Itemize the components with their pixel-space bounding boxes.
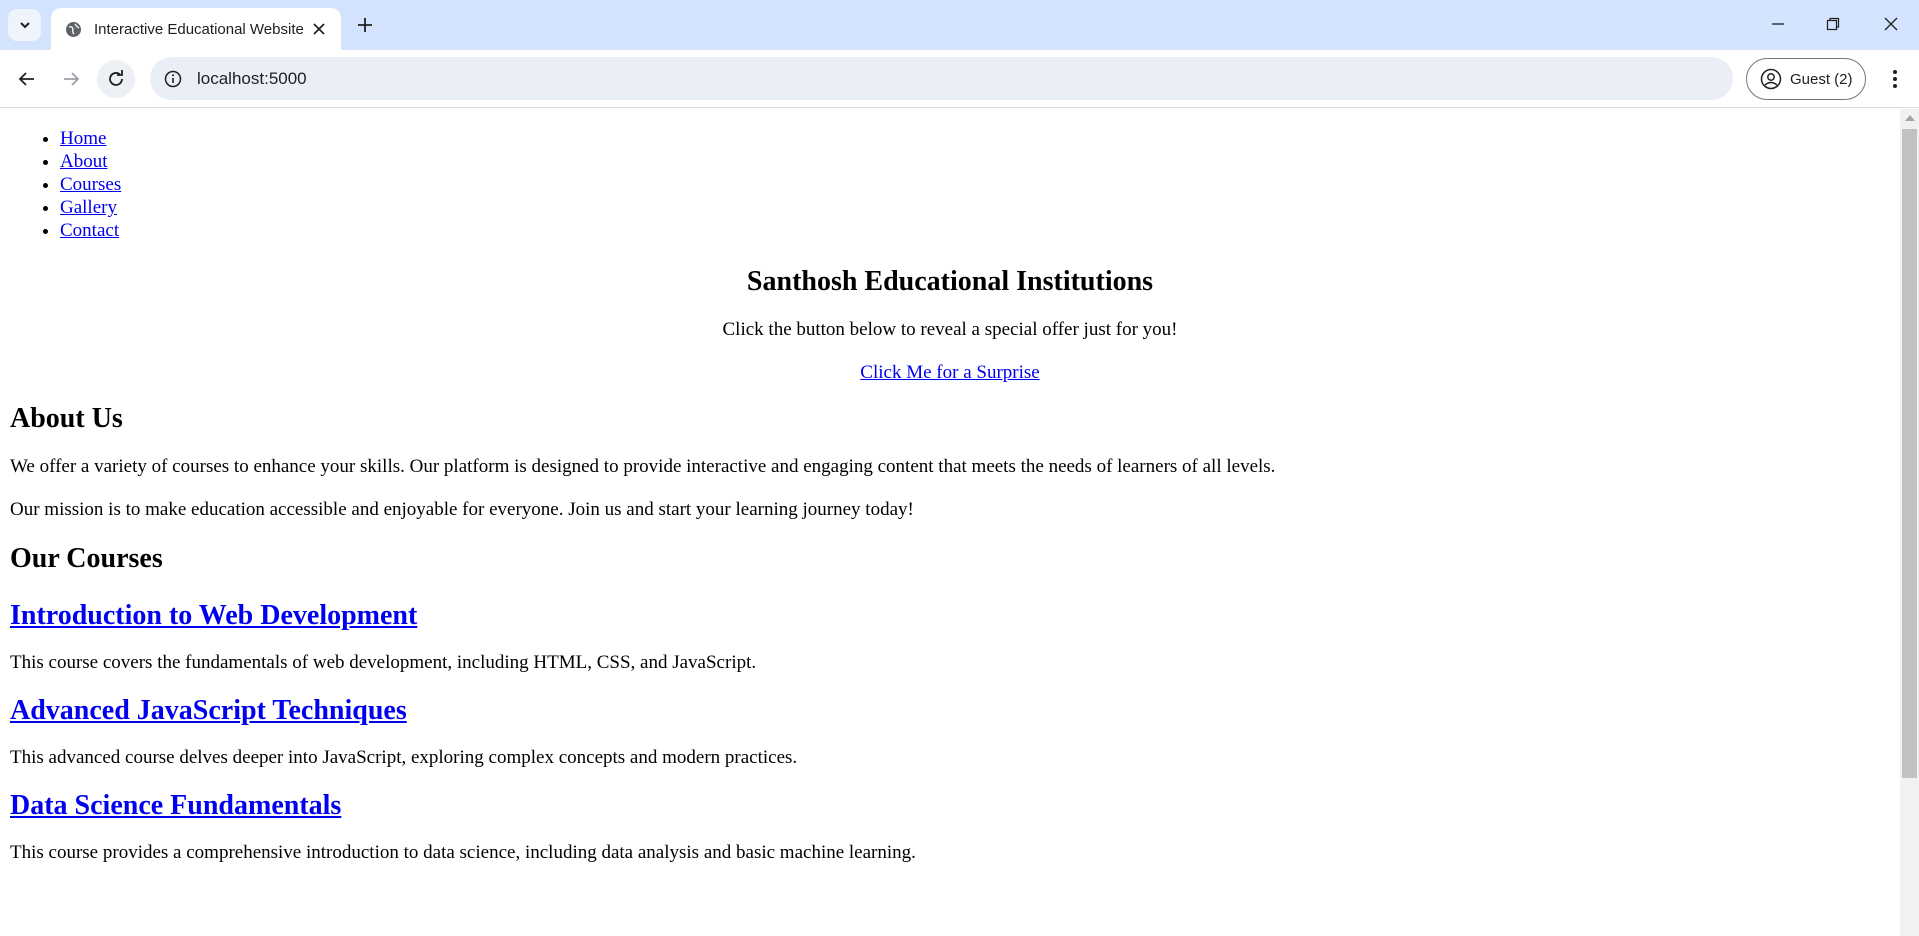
vertical-scrollbar[interactable] — [1900, 109, 1919, 936]
tab-search-button[interactable] — [8, 9, 41, 41]
minimize-icon[interactable] — [1758, 9, 1798, 39]
tab-strip: Interactive Educational Website — [0, 0, 1919, 50]
about-heading: About Us — [10, 403, 123, 434]
course-description: This course covers the fundamentals of w… — [10, 652, 757, 673]
nav-link-home[interactable]: Home — [60, 128, 106, 149]
back-icon[interactable] — [8, 60, 46, 98]
reload-icon[interactable] — [97, 60, 135, 98]
restore-icon[interactable] — [1813, 9, 1853, 39]
nav-link-gallery[interactable]: Gallery — [60, 197, 117, 218]
nav-item-courses: Courses — [60, 173, 1900, 196]
hero-section: Santhosh Educational Institutions Click … — [0, 264, 1900, 385]
forward-icon[interactable] — [52, 60, 90, 98]
about-paragraph-2: Our mission is to make education accessi… — [10, 499, 914, 520]
course-description: This advanced course delves deeper into … — [10, 747, 798, 768]
page-title: Santhosh Educational Institutions — [746, 266, 1154, 297]
scrollbar-thumb[interactable] — [1902, 129, 1917, 778]
nav-item-contact: Contact — [60, 219, 1900, 242]
course-title: Introduction to Web Development — [10, 598, 1900, 634]
address-bar[interactable]: localhost:5000 — [150, 57, 1733, 100]
course-link-web-dev[interactable]: Introduction to Web Development — [10, 600, 417, 631]
close-window-icon[interactable] — [1871, 9, 1911, 39]
page-viewport: Home About Courses Gallery Contact Santh… — [0, 109, 1900, 936]
plus-icon[interactable] — [352, 12, 378, 38]
url-text[interactable]: localhost:5000 — [197, 69, 307, 89]
course-title: Advanced JavaScript Techniques — [10, 693, 1900, 729]
scroll-up-arrow-icon[interactable] — [1905, 115, 1915, 121]
info-icon[interactable] — [162, 68, 184, 90]
nav-item-about: About — [60, 150, 1900, 173]
globe-icon — [64, 20, 82, 38]
main-content: About Us We offer a variety of courses t… — [0, 402, 1900, 865]
about-paragraph-1: We offer a variety of courses to enhance… — [10, 456, 1276, 477]
site-nav: Home About Courses Gallery Contact — [0, 109, 1900, 242]
nav-item-gallery: Gallery — [60, 196, 1900, 219]
profile-icon — [1759, 67, 1783, 91]
surprise-link[interactable]: Click Me for a Surprise — [860, 361, 1039, 385]
course-description: This course provides a comprehensive int… — [10, 842, 916, 863]
nav-link-courses[interactable]: Courses — [60, 174, 121, 195]
nav-link-about[interactable]: About — [60, 151, 108, 172]
hero-subtitle: Click the button below to reveal a speci… — [722, 319, 1178, 340]
profile-button[interactable]: Guest (2) — [1746, 58, 1866, 100]
course-link-advanced-js[interactable]: Advanced JavaScript Techniques — [10, 695, 407, 726]
kebab-menu-icon[interactable] — [1880, 64, 1910, 94]
active-tab[interactable]: Interactive Educational Website — [51, 8, 341, 50]
browser-toolbar: localhost:5000 Guest (2) — [0, 50, 1919, 108]
profile-label: Guest (2) — [1790, 70, 1853, 88]
chevron-down-icon — [19, 22, 30, 29]
close-icon[interactable] — [309, 19, 329, 39]
course-title: Data Science Fundamentals — [10, 788, 1900, 824]
courses-heading: Our Courses — [10, 543, 163, 574]
tab-title: Interactive Educational Website — [94, 20, 304, 38]
course-link-data-science[interactable]: Data Science Fundamentals — [10, 790, 341, 821]
nav-link-contact[interactable]: Contact — [60, 220, 119, 241]
nav-item-home: Home — [60, 127, 1900, 150]
